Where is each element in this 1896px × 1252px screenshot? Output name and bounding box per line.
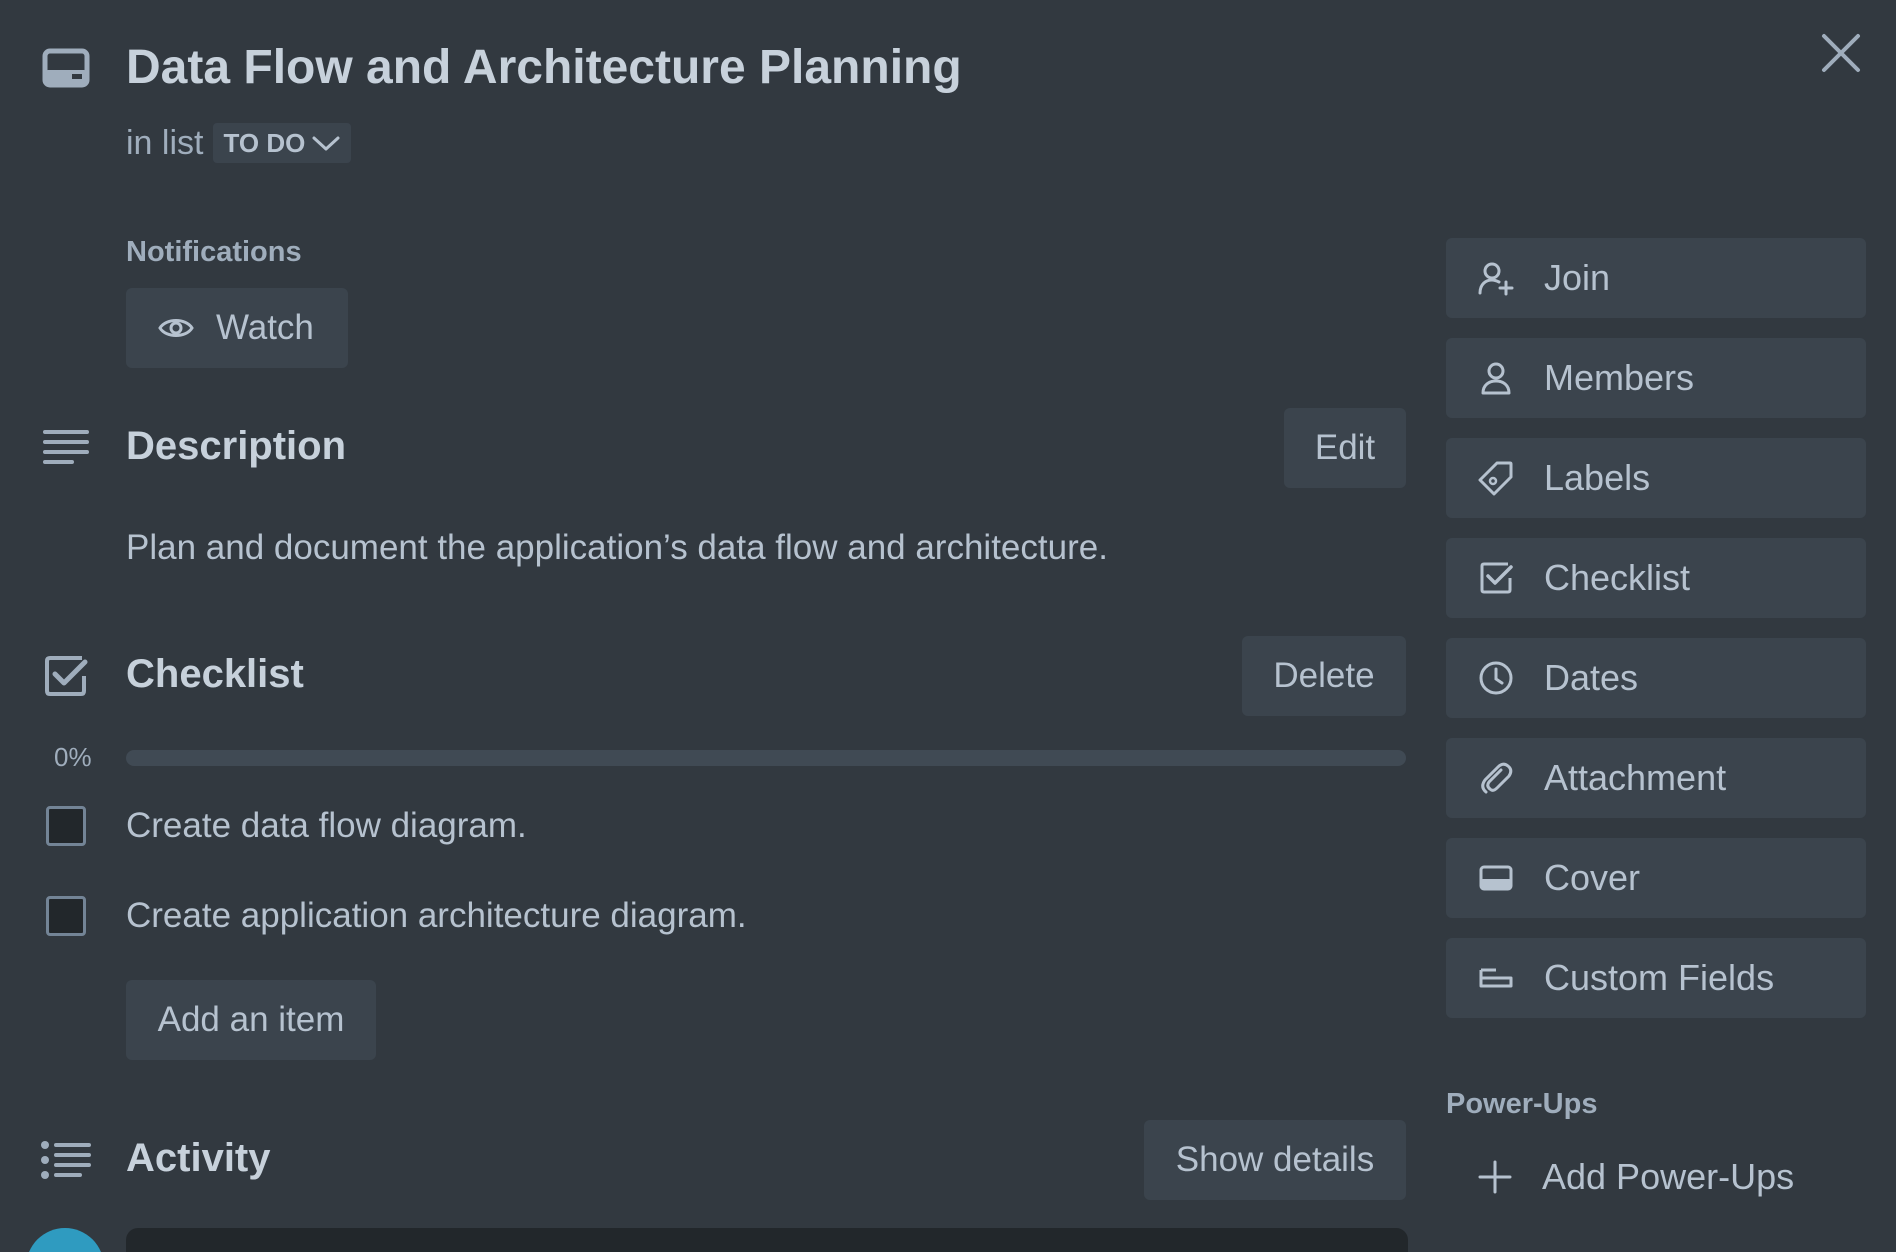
members-label: Members bbox=[1544, 357, 1695, 398]
chevron-down-icon bbox=[311, 133, 341, 153]
show-details-button[interactable]: Show details bbox=[1144, 1120, 1406, 1200]
edit-label: Edit bbox=[1314, 428, 1376, 467]
attachment-label: Attachment bbox=[1544, 757, 1727, 798]
cover-icon bbox=[1478, 860, 1514, 896]
clock-icon bbox=[1478, 660, 1514, 696]
progress-percent: 0% bbox=[54, 742, 92, 772]
list-selector[interactable]: TO DO bbox=[213, 123, 352, 163]
dates-label: Dates bbox=[1544, 657, 1639, 698]
checklist-item-checkbox[interactable] bbox=[46, 896, 86, 936]
progress-bar bbox=[126, 750, 1406, 766]
custom-fields-button[interactable]: Custom Fields bbox=[1446, 938, 1866, 1018]
checklist-icon bbox=[1478, 560, 1514, 596]
checklist-item-label[interactable]: Create data flow diagram. bbox=[126, 806, 527, 846]
comment-input[interactable] bbox=[126, 1228, 1408, 1252]
join-button[interactable]: Join bbox=[1446, 238, 1866, 318]
card-icon bbox=[42, 48, 90, 90]
add-power-ups-label: Add Power-Ups bbox=[1542, 1156, 1795, 1197]
attachment-button[interactable]: Attachment bbox=[1446, 738, 1866, 818]
card-detail-dialog: Data Flow and Architecture Planning in l… bbox=[0, 0, 1896, 1252]
delete-label: Delete bbox=[1273, 656, 1375, 695]
edit-description-button[interactable]: Edit bbox=[1284, 408, 1406, 488]
watch-label: Watch bbox=[216, 308, 314, 347]
description-icon bbox=[42, 428, 90, 468]
activity-heading: Activity bbox=[126, 1136, 271, 1180]
cover-label: Cover bbox=[1544, 857, 1641, 898]
delete-checklist-button[interactable]: Delete bbox=[1242, 636, 1406, 716]
activity-icon bbox=[40, 1140, 92, 1180]
custom-fields-icon bbox=[1478, 960, 1514, 996]
description-heading: Description bbox=[126, 424, 347, 468]
close-button[interactable] bbox=[1818, 30, 1864, 76]
cover-button[interactable]: Cover bbox=[1446, 838, 1866, 918]
dates-button[interactable]: Dates bbox=[1446, 638, 1866, 718]
labels-button[interactable]: Labels bbox=[1446, 438, 1866, 518]
add-member-icon bbox=[1478, 260, 1514, 296]
close-icon bbox=[1818, 30, 1864, 76]
join-label: Join bbox=[1544, 257, 1611, 298]
members-button[interactable]: Members bbox=[1446, 338, 1866, 418]
custom-fields-label: Custom Fields bbox=[1544, 957, 1775, 998]
list-name: TO DO bbox=[223, 127, 306, 158]
add-item-button[interactable]: Add an item bbox=[126, 980, 376, 1060]
add-power-ups-button[interactable]: Add Power-Ups bbox=[1478, 1156, 1794, 1198]
list-location: in list TO DO bbox=[126, 122, 352, 164]
watch-button[interactable]: Watch bbox=[126, 288, 348, 368]
eye-icon bbox=[158, 315, 194, 341]
label-icon bbox=[1478, 460, 1514, 496]
avatar[interactable] bbox=[26, 1228, 104, 1252]
checklist-item-label[interactable]: Create application architecture diagram. bbox=[126, 896, 747, 936]
plus-icon bbox=[1478, 1160, 1512, 1194]
paperclip-icon bbox=[1478, 760, 1514, 796]
show-details-label: Show details bbox=[1175, 1140, 1375, 1179]
add-item-label: Add an item bbox=[157, 1000, 345, 1039]
in-list-prefix: in list bbox=[126, 123, 204, 162]
power-ups-label: Power-Ups bbox=[1446, 1088, 1598, 1120]
description-text[interactable]: Plan and document the application’s data… bbox=[126, 528, 1108, 568]
checklist-item-checkbox[interactable] bbox=[46, 806, 86, 846]
checklist-label: Checklist bbox=[1544, 557, 1691, 598]
card-title[interactable]: Data Flow and Architecture Planning bbox=[126, 40, 962, 95]
checklist-heading[interactable]: Checklist bbox=[126, 652, 304, 697]
person-icon bbox=[1478, 360, 1514, 396]
labels-label: Labels bbox=[1544, 457, 1651, 498]
notifications-label: Notifications bbox=[126, 236, 302, 268]
checklist-button[interactable]: Checklist bbox=[1446, 538, 1866, 618]
checklist-icon bbox=[44, 654, 88, 698]
